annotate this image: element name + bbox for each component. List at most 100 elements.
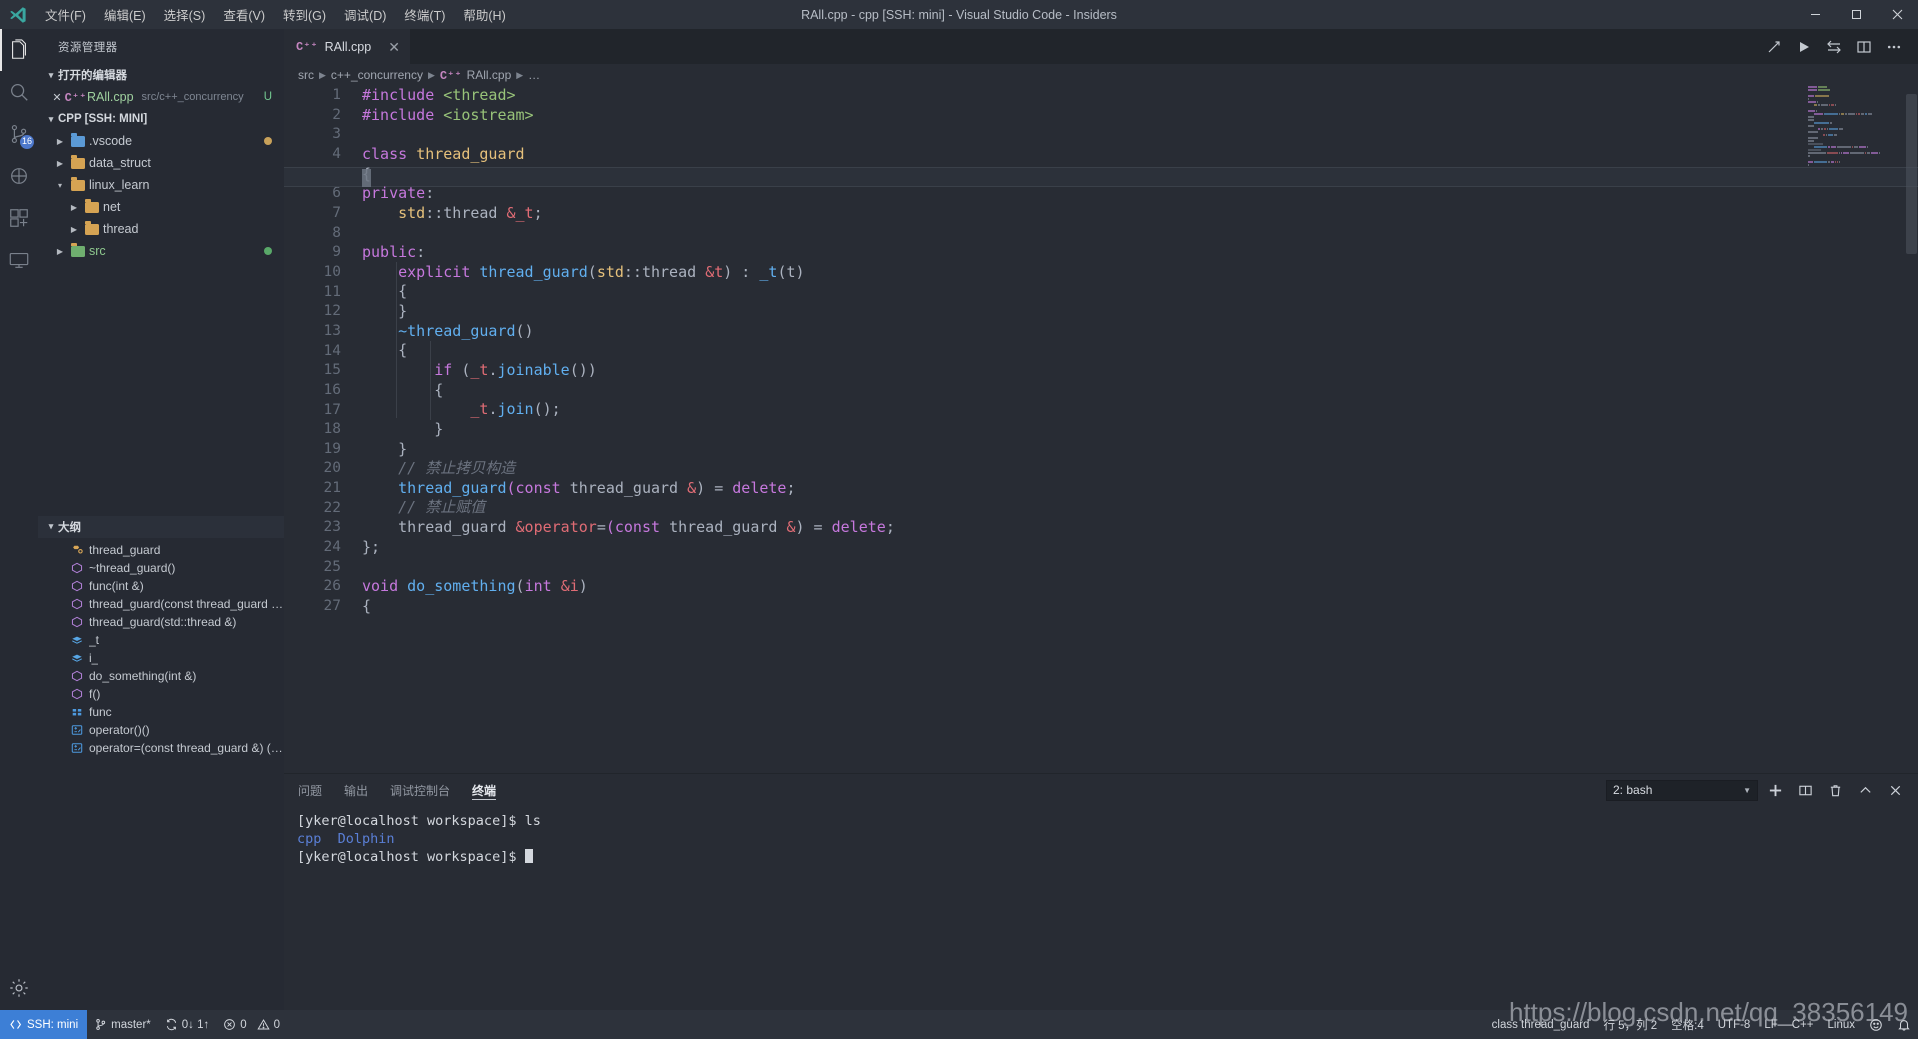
activity-explorer-icon[interactable]: [0, 29, 38, 71]
code-line[interactable]: {: [362, 597, 1918, 617]
activity-source-control-icon[interactable]: 16: [0, 113, 38, 155]
outline-item-operator-assign[interactable]: operator=(const thread_guard &) (declara…: [38, 739, 284, 757]
status-sync[interactable]: 0↓ 1↑: [158, 1010, 217, 1039]
code-line[interactable]: [362, 223, 1918, 243]
menu-view[interactable]: 查看(V): [214, 0, 274, 29]
code-line[interactable]: std::thread &_t;: [362, 204, 1918, 224]
breadcrumb-item-more[interactable]: …: [528, 68, 540, 82]
minimap[interactable]: [1808, 86, 1904, 773]
panel-tab-terminal[interactable]: 终端: [472, 774, 496, 806]
tree-item-thread[interactable]: ▶ thread: [38, 218, 284, 240]
code-line[interactable]: explicit thread_guard(std::thread &t) : …: [362, 263, 1918, 283]
panel-tab-debug-console[interactable]: 调试控制台: [390, 774, 450, 806]
status-problems[interactable]: 0 0: [216, 1010, 287, 1039]
status-notifications-bell-icon[interactable]: [1890, 1010, 1918, 1039]
workspace-header[interactable]: ▾ CPP [SSH: MINI]: [38, 108, 284, 130]
code-line[interactable]: #include <iostream>: [362, 106, 1918, 126]
breadcrumb-item-file[interactable]: RAll.cpp: [467, 68, 512, 82]
code-line[interactable]: [362, 125, 1918, 145]
tree-item-src[interactable]: ▶ src: [38, 240, 284, 262]
run-task-icon[interactable]: [1760, 33, 1788, 61]
code-line[interactable]: thread_guard(const thread_guard &) = del…: [362, 479, 1918, 499]
tab-close-icon[interactable]: ✕: [388, 40, 400, 54]
code-line[interactable]: {: [362, 381, 1918, 401]
code-line[interactable]: {: [362, 341, 1918, 361]
code-line[interactable]: public:: [362, 243, 1918, 263]
code-editor[interactable]: 1234567891011121314151617181920212223242…: [284, 86, 1918, 773]
code-line[interactable]: };: [362, 538, 1918, 558]
breadcrumb-item-folder[interactable]: c++_concurrency: [331, 68, 423, 82]
outline-item-copy-ctor[interactable]: thread_guard(const thread_guard &) (decl…: [38, 595, 284, 613]
tab-rall-cpp[interactable]: C⁺⁺ RAll.cpp ✕: [284, 29, 410, 64]
outline-item-f[interactable]: f(): [38, 685, 284, 703]
outline-item-ctor[interactable]: thread_guard(std::thread &): [38, 613, 284, 631]
outline-item-do-something[interactable]: do_something(int &): [38, 667, 284, 685]
code-line[interactable]: class thread_guard: [362, 145, 1918, 165]
menu-selection[interactable]: 选择(S): [155, 0, 215, 29]
maximize-panel-icon[interactable]: [1852, 777, 1878, 803]
code-line[interactable]: }: [362, 440, 1918, 460]
open-editors-header[interactable]: ▾ 打开的编辑器: [38, 64, 284, 86]
menu-help[interactable]: 帮助(H): [454, 0, 514, 29]
status-cursor-position[interactable]: 行 5，列 2: [1596, 1010, 1664, 1039]
menu-file[interactable]: 文件(F): [36, 0, 95, 29]
split-terminal-icon[interactable]: [1792, 777, 1818, 803]
tree-item-net[interactable]: ▶ net: [38, 196, 284, 218]
scrollbar-thumb[interactable]: [1906, 94, 1917, 254]
status-platform[interactable]: Linux: [1821, 1010, 1863, 1039]
code-content-column[interactable]: #include <thread>#include <iostream> cla…: [352, 86, 1918, 773]
outline-item-field-t[interactable]: _t: [38, 631, 284, 649]
panel-tab-output[interactable]: 输出: [344, 774, 368, 806]
status-remote-host[interactable]: SSH: mini: [0, 1010, 87, 1039]
activity-settings-gear-icon[interactable]: [0, 966, 38, 1010]
code-line[interactable]: {: [362, 282, 1918, 302]
code-line[interactable]: }: [362, 302, 1918, 322]
close-panel-icon[interactable]: [1882, 777, 1908, 803]
outline-item-field-i[interactable]: i_: [38, 649, 284, 667]
terminal-selector[interactable]: 2: bash ▼: [1606, 780, 1758, 801]
status-eol[interactable]: LF: [1757, 1010, 1784, 1039]
outline-item-operator-call[interactable]: operator()(): [38, 721, 284, 739]
code-line[interactable]: void do_something(int &i): [362, 577, 1918, 597]
breadcrumb-item-src[interactable]: src: [298, 68, 314, 82]
outline-item-destructor[interactable]: ~thread_guard(): [38, 559, 284, 577]
code-line[interactable]: ~thread_guard(): [362, 322, 1918, 342]
close-button[interactable]: [1877, 0, 1918, 29]
panel-tab-problems[interactable]: 问题: [298, 774, 322, 806]
open-editor-item[interactable]: ✕ C⁺⁺ RAll.cpp src/c++_concurrency U: [38, 86, 284, 108]
code-line[interactable]: private:: [362, 184, 1918, 204]
status-indentation[interactable]: 空格:4: [1664, 1010, 1711, 1039]
tree-item-data-struct[interactable]: ▶ data_struct: [38, 152, 284, 174]
status-encoding[interactable]: UTF-8: [1711, 1010, 1758, 1039]
menu-edit[interactable]: 编辑(E): [95, 0, 155, 29]
outline-header[interactable]: ▾ 大纲: [38, 516, 284, 538]
menu-terminal[interactable]: 终端(T): [395, 0, 454, 29]
menu-debug[interactable]: 调试(D): [335, 0, 395, 29]
code-line[interactable]: if (_t.joinable()): [362, 361, 1918, 381]
code-line[interactable]: // 禁止赋值: [362, 498, 1918, 518]
code-line[interactable]: #include <thread>: [362, 86, 1918, 106]
maximize-button[interactable]: [1836, 0, 1877, 29]
status-feedback-smiley-icon[interactable]: [1862, 1010, 1890, 1039]
status-branch[interactable]: master*: [87, 1010, 158, 1039]
minimize-button[interactable]: [1795, 0, 1836, 29]
editor-scrollbar[interactable]: [1904, 86, 1918, 773]
tree-item-linux-learn[interactable]: ▾ linux_learn: [38, 174, 284, 196]
debug-alt-icon[interactable]: [1820, 33, 1848, 61]
code-line[interactable]: // 禁止拷贝构造: [362, 459, 1918, 479]
code-line[interactable]: }: [362, 420, 1918, 440]
activity-search-icon[interactable]: [0, 71, 38, 113]
status-symbol[interactable]: class thread_guard: [1485, 1010, 1597, 1039]
activity-remote-explorer-icon[interactable]: [0, 239, 38, 281]
menu-go[interactable]: 转到(G): [274, 0, 335, 29]
outline-item-class[interactable]: thread_guard: [38, 541, 284, 559]
outline-item-func-int[interactable]: func(int &): [38, 577, 284, 595]
code-line[interactable]: thread_guard &operator=(const thread_gua…: [362, 518, 1918, 538]
code-line[interactable]: {: [362, 165, 1918, 185]
code-line[interactable]: _t.join();: [362, 400, 1918, 420]
status-language-mode[interactable]: C++: [1785, 1010, 1821, 1039]
outline-item-func[interactable]: func: [38, 703, 284, 721]
code-line[interactable]: [362, 557, 1918, 577]
add-terminal-icon[interactable]: [1762, 777, 1788, 803]
activity-debug-icon[interactable]: [0, 155, 38, 197]
